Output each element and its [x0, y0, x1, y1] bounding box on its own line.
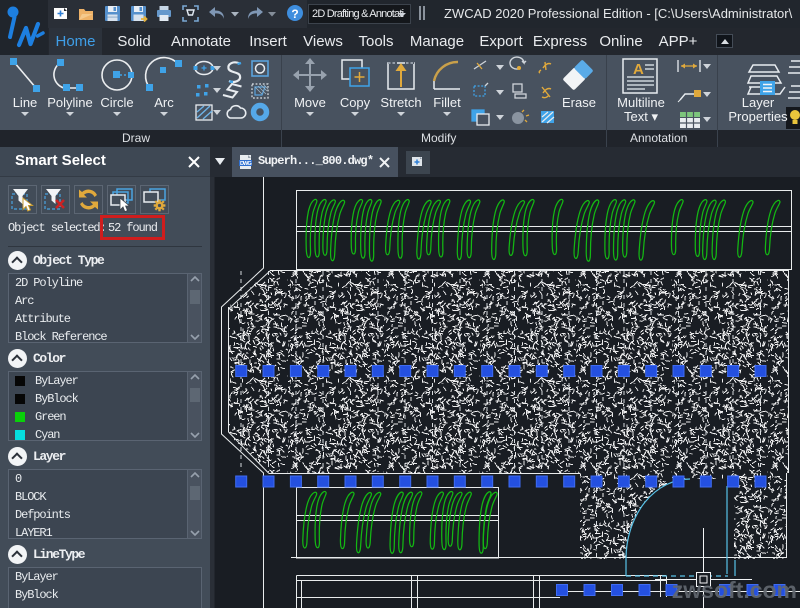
svg-text:?: ?	[291, 7, 298, 21]
svg-text:A: A	[633, 61, 644, 78]
svg-text:DWG: DWG	[240, 161, 252, 167]
